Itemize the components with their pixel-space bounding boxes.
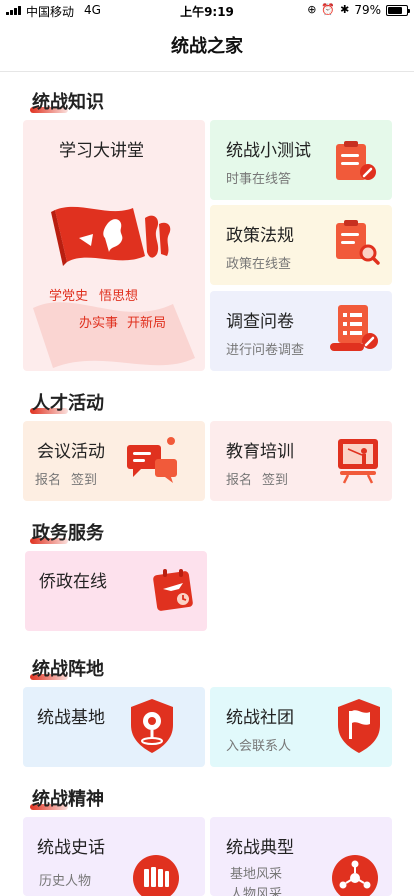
- model-card[interactable]: 统战典型 基地风采 人物风采: [210, 817, 392, 896]
- shield-flag-icon: [338, 699, 380, 753]
- card-title: 调查问卷: [226, 312, 294, 332]
- card-title: 统战史话: [37, 838, 105, 858]
- status-bar: 中国移动 4G 上午9:19 ⊕ ⏰ ✱ 79%: [0, 0, 414, 22]
- card-subtitle: 基地风采: [230, 867, 283, 882]
- training-card[interactable]: 教育培训 报名 签到: [210, 421, 392, 501]
- card-title: 统战典型: [226, 838, 294, 858]
- section-title-spirit: 统战精神: [30, 785, 104, 811]
- slogan-text: 悟思想: [99, 289, 139, 304]
- nav-bar: 统战之家: [0, 22, 414, 72]
- battery-percent: 79%: [354, 3, 381, 17]
- card-subtitle: 政策在线查: [226, 257, 292, 272]
- section-title-knowledge: 统战知识: [30, 88, 104, 114]
- party-flag-icon: [51, 206, 171, 266]
- card-subtitle: 报名: [226, 473, 253, 488]
- card-subtitle: 进行问卷调查: [226, 343, 305, 358]
- battery-icon: [386, 4, 410, 16]
- card-title: 侨政在线: [39, 572, 107, 592]
- network-people-icon: [332, 855, 378, 896]
- page-title: 统战之家: [171, 36, 243, 57]
- policy-document-icon: [336, 220, 380, 265]
- lecture-hall-card[interactable]: 学习大讲堂 学党史 悟思想 办实事 开新局: [23, 120, 205, 371]
- teaching-board-icon: [338, 439, 378, 484]
- quiz-card[interactable]: 统战小测试 时事在线答: [210, 120, 392, 200]
- card-title: 会议活动: [37, 442, 105, 462]
- alarm-icon: ⏰: [321, 3, 336, 16]
- card-title: 学习大讲堂: [59, 141, 144, 161]
- base-site-card[interactable]: 统战基地: [23, 687, 205, 767]
- card-title: 教育培训: [226, 442, 294, 462]
- shield-location-icon: [131, 699, 173, 753]
- calendar-plane-icon: [153, 569, 193, 611]
- chat-bubbles-icon: [127, 437, 177, 483]
- bluetooth-icon: ✱: [340, 3, 350, 16]
- history-books-icon: [133, 855, 179, 896]
- slogan-text: 学党史: [49, 289, 89, 304]
- card-subtitle: 签到: [262, 473, 289, 488]
- quiz-clipboard-icon: [336, 141, 376, 180]
- survey-card[interactable]: 调查问卷 进行问卷调查: [210, 291, 392, 371]
- survey-scroll-icon: [330, 305, 378, 351]
- section-title-talent: 人才活动: [30, 389, 104, 415]
- club-card[interactable]: 统战社团 入会联系人: [210, 687, 392, 767]
- card-subtitle: 报名: [35, 473, 62, 488]
- section-title-base: 统战阵地: [30, 655, 104, 681]
- slogan-text: 办实事: [79, 316, 119, 331]
- card-title: 统战小测试: [226, 141, 311, 161]
- card-title: 统战社团: [226, 708, 294, 728]
- card-title: 统战基地: [37, 708, 105, 728]
- card-subtitle: 历史人物: [39, 874, 92, 889]
- meeting-card[interactable]: 会议活动 报名 签到: [23, 421, 205, 501]
- section-title-gov: 政务服务: [30, 519, 104, 545]
- history-card[interactable]: 统战史话 历史人物: [23, 817, 205, 896]
- card-subtitle: 签到: [71, 473, 98, 488]
- card-subtitle: 入会联系人: [226, 739, 292, 754]
- card-subtitle: 人物风采: [230, 887, 283, 896]
- policy-card[interactable]: 政策法规 政策在线查: [210, 205, 392, 285]
- lock-rotation-icon: ⊕: [307, 3, 317, 16]
- card-subtitle: 时事在线答: [226, 172, 292, 187]
- overseas-affairs-card[interactable]: 侨政在线: [25, 551, 207, 631]
- card-title: 政策法规: [226, 226, 294, 246]
- slogan-text: 开新局: [127, 316, 167, 331]
